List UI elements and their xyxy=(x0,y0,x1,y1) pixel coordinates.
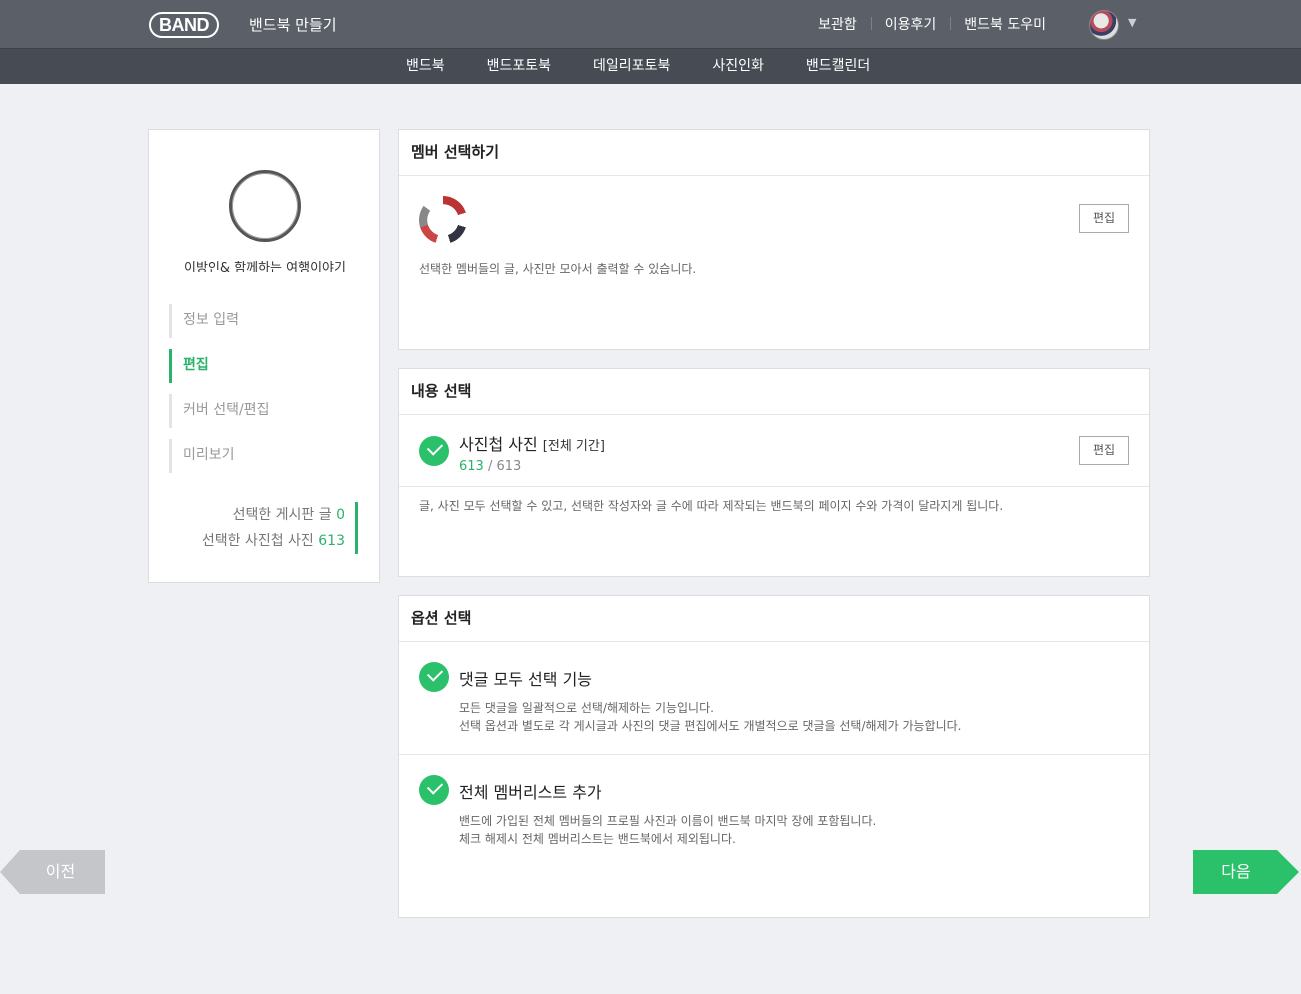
member-edit-button[interactable]: 편집 xyxy=(1079,204,1129,233)
subnav-photo-print[interactable]: 사진인화 xyxy=(691,49,785,85)
summary-photos-count: 613 xyxy=(318,533,345,549)
content-divider xyxy=(399,486,1149,487)
chevron-down-icon[interactable]: ▼ xyxy=(1128,16,1136,29)
content-select-card: 내용 선택 사진첩 사진 [전체 기간] 613 / 613 편집 글, 사진 … xyxy=(398,368,1150,577)
option-member-list: 전체 멤버리스트 추가 밴드에 가입된 전체 멤버들의 프로필 사진과 이름이 … xyxy=(459,779,876,848)
option-select-card: 옵션 선택 댓글 모두 선택 기능 모든 댓글을 일괄적으로 선택/해제하는 기… xyxy=(398,595,1150,918)
link-archive[interactable]: 보관함 xyxy=(804,14,871,34)
content-card-description: 글, 사진 모두 선택할 수 있고, 선택한 작성자와 글 수에 따라 제작되는… xyxy=(419,499,1004,513)
member-select-card: 멤버 선택하기 편집 선택한 멤버들의 글, 사진만 모아서 출력할 수 있습니… xyxy=(398,129,1150,350)
option-comments-desc-2: 선택 옵션과 별도로 각 게시글과 사진의 댓글 편집에서도 개별적으로 댓글을… xyxy=(459,719,962,733)
subnav-bandbook[interactable]: 밴드북 xyxy=(385,49,466,85)
sub-nav: 밴드북 밴드포토북 데일리포토북 사진인화 밴드캘린더 xyxy=(0,48,1301,84)
photo-album-selected: 613 xyxy=(459,459,484,474)
top-links: 보관함 이용후기 밴드북 도우미 xyxy=(804,14,1060,34)
member-avatar xyxy=(419,196,467,244)
summary-posts-count: 0 xyxy=(336,507,345,523)
link-help[interactable]: 밴드북 도우미 xyxy=(950,14,1060,34)
option-card-title: 옵션 선택 xyxy=(399,596,1149,642)
subnav-daily-photobook[interactable]: 데일리포토북 xyxy=(572,49,691,85)
step-info-input[interactable]: 정보 입력 xyxy=(169,304,349,338)
option-member-list-desc-2: 체크 해제시 전체 멤버리스트는 밴드북에서 제외됩니다. xyxy=(459,832,736,846)
selection-summary: 선택한 게시판 글 0 선택한 사진첩 사진 613 xyxy=(202,502,358,554)
step-edit[interactable]: 편집 xyxy=(169,349,349,383)
band-logo[interactable]: BAND xyxy=(149,12,219,38)
member-card-title: 멤버 선택하기 xyxy=(399,130,1149,176)
summary-photos-label: 선택한 사진첩 사진 xyxy=(201,533,314,549)
option-divider xyxy=(399,754,1149,755)
summary-posts: 선택한 게시판 글 0 xyxy=(202,502,345,528)
step-list: 정보 입력 편집 커버 선택/편집 미리보기 xyxy=(169,304,349,484)
sidebar: 이방인& 함께하는 여행이야기 정보 입력 편집 커버 선택/편집 미리보기 선… xyxy=(148,129,380,583)
option-comments: 댓글 모두 선택 기능 모든 댓글을 일괄적으로 선택/해제하는 기능입니다. … xyxy=(459,666,961,735)
photo-album-count: 613 / 613 xyxy=(459,459,605,474)
avatar[interactable] xyxy=(1089,10,1119,40)
app-title: 밴드북 만들기 xyxy=(249,16,337,34)
photo-album-total: / 613 xyxy=(487,459,522,474)
check-icon[interactable] xyxy=(419,662,449,692)
top-bar: BAND 밴드북 만들기 보관함 이용후기 밴드북 도우미 ▼ xyxy=(0,0,1301,48)
option-member-list-title: 전체 멤버리스트 추가 xyxy=(459,783,602,802)
option-comments-desc-1: 모든 댓글을 일괄적으로 선택/해제하는 기능입니다. xyxy=(459,701,714,715)
prev-button[interactable]: 이전 xyxy=(0,850,105,894)
photo-album-title: 사진첩 사진 [전체 기간] xyxy=(459,431,605,455)
photo-album-period: [전체 기간] xyxy=(542,439,605,454)
check-icon[interactable] xyxy=(419,436,449,466)
next-button[interactable]: 다음 xyxy=(1193,850,1299,894)
member-card-description: 선택한 멤버들의 글, 사진만 모아서 출력할 수 있습니다. xyxy=(419,262,697,276)
option-comments-title: 댓글 모두 선택 기능 xyxy=(459,670,593,689)
summary-photos: 선택한 사진첩 사진 613 xyxy=(202,528,345,554)
content-edit-button[interactable]: 편집 xyxy=(1079,436,1129,465)
link-reviews[interactable]: 이용후기 xyxy=(870,14,951,34)
step-preview[interactable]: 미리보기 xyxy=(169,439,349,473)
band-name: 이방인& 함께하는 여행이야기 xyxy=(184,261,346,272)
photo-album-label: 사진첩 사진 xyxy=(459,435,538,454)
summary-posts-label: 선택한 게시판 글 xyxy=(232,507,332,523)
content-card-title: 내용 선택 xyxy=(399,369,1149,415)
step-cover[interactable]: 커버 선택/편집 xyxy=(169,394,349,428)
subnav-band-photobook[interactable]: 밴드포토북 xyxy=(466,49,572,85)
option-member-list-desc-1: 밴드에 가입된 전체 멤버들의 프로필 사진과 이름이 밴드북 마지막 장에 포… xyxy=(459,814,877,828)
band-cover-image xyxy=(229,170,301,242)
subnav-band-calendar[interactable]: 밴드캘린더 xyxy=(785,49,891,85)
check-icon[interactable] xyxy=(419,775,449,805)
photo-album-item: 사진첩 사진 [전체 기간] 613 / 613 xyxy=(459,431,605,474)
